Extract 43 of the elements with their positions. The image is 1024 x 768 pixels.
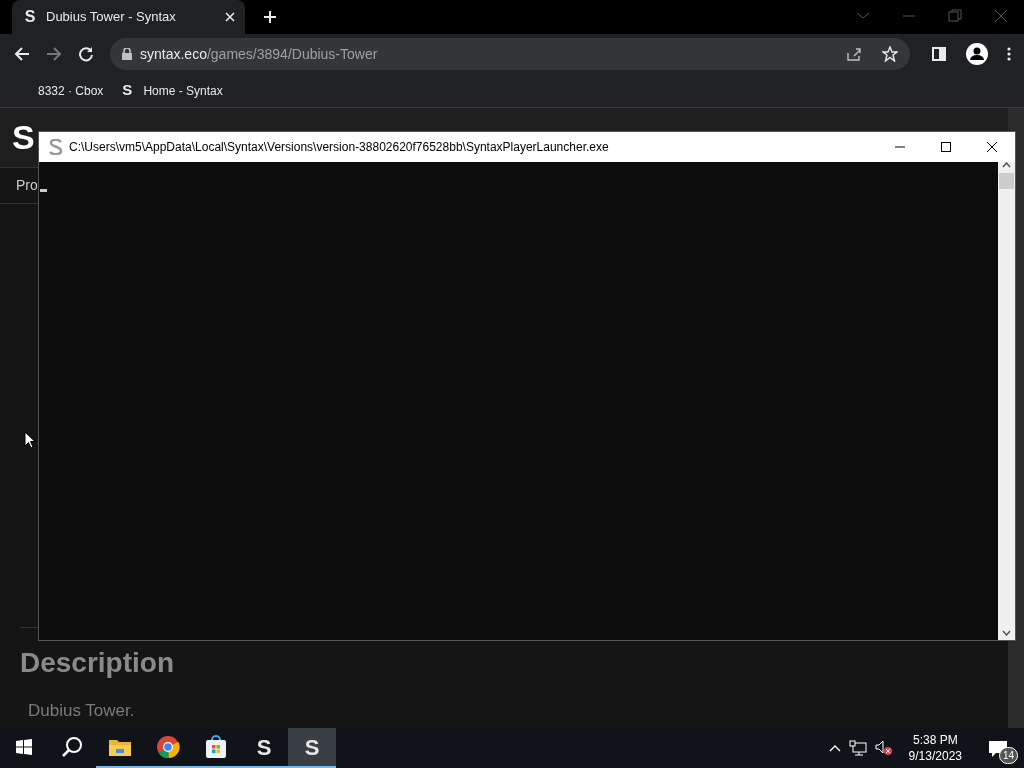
close-icon bbox=[986, 141, 998, 153]
reload-icon[interactable] bbox=[78, 46, 94, 62]
muted-speaker-icon[interactable] bbox=[874, 740, 893, 756]
scroll-down-icon[interactable] bbox=[1002, 630, 1011, 636]
scroll-thumb[interactable] bbox=[999, 173, 1014, 189]
notification-count: 14 bbox=[998, 747, 1018, 764]
url-text: syntax.eco/games/3894/Dubius-Tower bbox=[140, 44, 379, 64]
forward-icon bbox=[46, 46, 62, 62]
window-title: C:\Users\vm5\AppData\Local\Syntax\Versions\version-38802620f76528bb\SyntaxPlayerLauncher.exe bbox=[69, 139, 610, 156]
notification-button[interactable]: 14 bbox=[978, 728, 1018, 768]
tab-title: Dubius Tower - Syntax bbox=[46, 8, 177, 27]
nav-link[interactable]: Pro bbox=[16, 175, 38, 196]
new-tab-icon[interactable] bbox=[263, 10, 277, 24]
scrollbar[interactable] bbox=[998, 162, 1015, 640]
back-icon[interactable] bbox=[14, 46, 30, 62]
lock-icon bbox=[122, 48, 132, 60]
menu-icon[interactable] bbox=[1007, 47, 1011, 61]
section-heading: Description bbox=[20, 646, 176, 680]
star-icon[interactable] bbox=[882, 46, 898, 62]
profile-icon[interactable] bbox=[966, 43, 988, 65]
share-icon[interactable] bbox=[846, 46, 862, 62]
search-icon bbox=[61, 736, 83, 758]
windows-icon bbox=[16, 739, 32, 755]
bookmark[interactable]: 8332 · Cbox bbox=[38, 81, 104, 100]
description-text: Dubius Tower. bbox=[28, 700, 136, 722]
taskbar-app[interactable]: S bbox=[288, 728, 336, 768]
browser-tab[interactable]: S Dubius Tower - Syntax bbox=[12, 0, 245, 34]
pointer-icon bbox=[24, 431, 36, 449]
network-icon[interactable] bbox=[848, 740, 867, 756]
store-icon bbox=[204, 735, 228, 759]
bookmark[interactable]: S Home - Syntax bbox=[119, 79, 223, 102]
site-logo[interactable]: S bbox=[0, 112, 35, 163]
clock[interactable]: 5:38 PM 9/13/2023 bbox=[900, 731, 970, 765]
address-bar[interactable]: syntax.eco/games/3894/Dubius-Tower bbox=[110, 38, 910, 70]
chrome-icon bbox=[156, 735, 180, 759]
favicon: S bbox=[23, 7, 37, 27]
side-panel-icon[interactable] bbox=[932, 47, 946, 61]
maximize-icon bbox=[940, 141, 952, 153]
scroll-up-icon[interactable] bbox=[1002, 162, 1011, 168]
chevron-up-icon[interactable] bbox=[828, 744, 841, 752]
folder-icon bbox=[108, 737, 132, 757]
text-cursor bbox=[40, 189, 47, 192]
app-icon bbox=[49, 139, 63, 155]
